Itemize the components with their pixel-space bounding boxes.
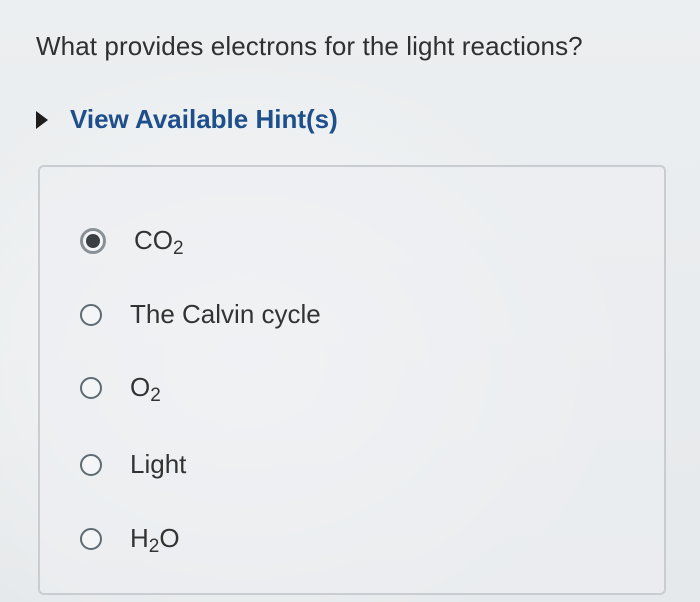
option-label: H2O	[130, 523, 180, 557]
option-label: CO2	[134, 225, 184, 259]
option-light[interactable]: Light	[80, 449, 186, 480]
radio-button[interactable]	[80, 453, 102, 476]
answer-options-box: CO2 The Calvin cycle O2 Light H2O	[38, 165, 666, 595]
caret-right-icon	[36, 110, 48, 129]
option-label: The Calvin cycle	[130, 299, 321, 329]
option-o2[interactable]: O2	[80, 372, 161, 406]
option-co2[interactable]: CO2	[80, 225, 184, 259]
option-h2o[interactable]: H2O	[80, 523, 180, 557]
view-hints-toggle[interactable]: View Available Hint(s)	[36, 104, 338, 135]
option-calvin-cycle[interactable]: The Calvin cycle	[80, 299, 321, 330]
view-hints-label: View Available Hint(s)	[70, 104, 338, 134]
radio-button[interactable]	[80, 303, 102, 326]
radio-button[interactable]	[80, 376, 102, 399]
radio-button[interactable]	[80, 527, 102, 550]
question-text: What provides electrons for the light re…	[36, 31, 583, 61]
option-label: Light	[130, 449, 187, 479]
option-label: O2	[130, 372, 161, 406]
radio-button-selected[interactable]	[80, 227, 106, 254]
